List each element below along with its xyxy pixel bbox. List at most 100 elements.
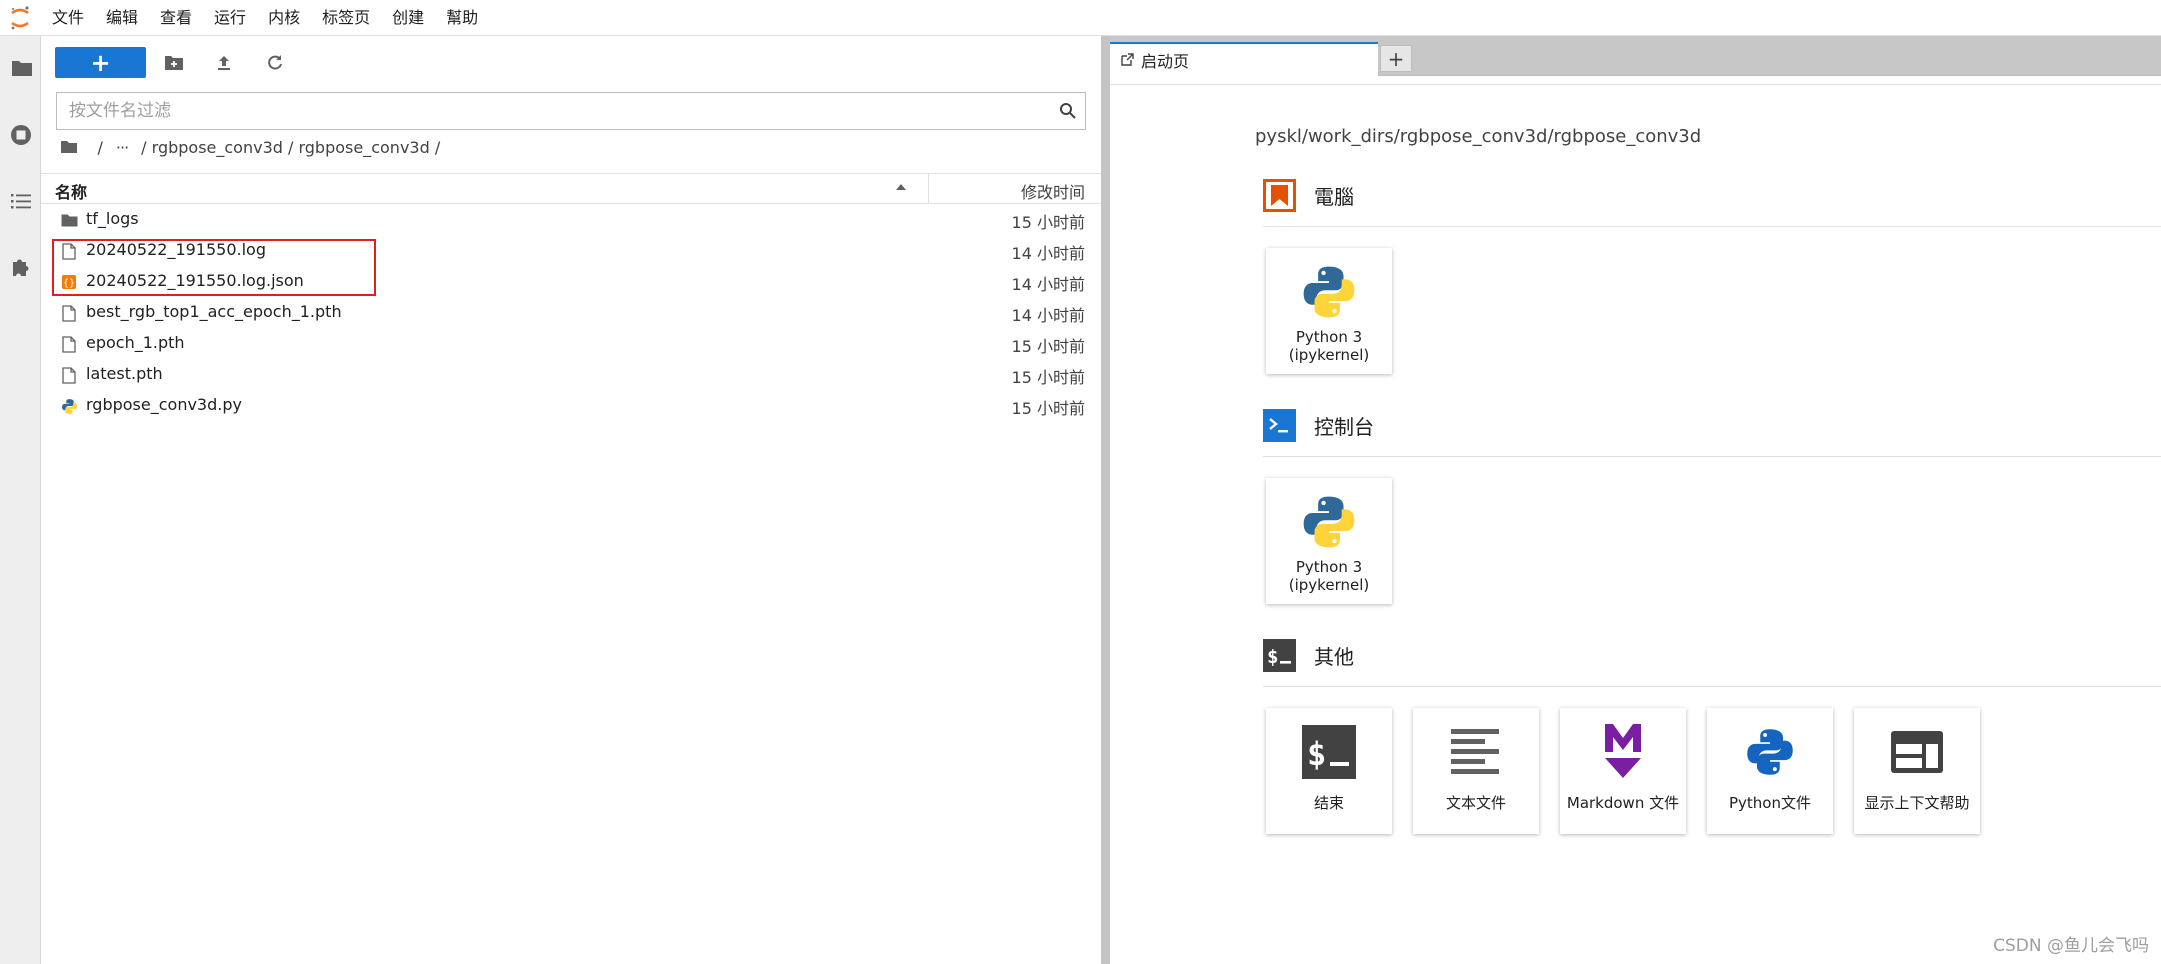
- python-logo-icon: [1297, 260, 1361, 324]
- section-notebook-header: 電腦: [1263, 175, 1354, 215]
- card-label: 显示上下文帮助: [1864, 794, 1970, 812]
- breadcrumb: / ··· / rgbpose_conv3d / rgbpose_conv3d …: [60, 132, 440, 162]
- card-console-python3[interactable]: Python 3 (ipykernel): [1266, 478, 1392, 604]
- listing-header: 名称 修改时间: [41, 173, 1101, 204]
- file-modified: 14 小时前: [1011, 275, 1085, 294]
- menu-help[interactable]: 幫助: [435, 0, 489, 36]
- toc-icon[interactable]: [0, 179, 41, 223]
- column-divider[interactable]: [928, 174, 929, 204]
- filter-input[interactable]: [57, 93, 1047, 129]
- file-row-epoch-checkpoint[interactable]: epoch_1.pth 15 小时前: [41, 328, 1101, 359]
- python-logo-icon: [1738, 720, 1802, 784]
- section-divider: [1263, 686, 2161, 687]
- tab-label: 启动页: [1141, 52, 1190, 71]
- breadcrumb-ellipsis[interactable]: ···: [116, 138, 129, 157]
- folder-icon: [60, 211, 78, 229]
- launcher-tab-icon: [1120, 53, 1134, 67]
- context-help-icon: [1885, 720, 1949, 784]
- jupyter-logo-icon[interactable]: [0, 0, 40, 36]
- extension-icon[interactable]: [0, 245, 41, 289]
- watermark: CSDN @鱼儿会飞吗: [1993, 936, 2149, 956]
- text-file-icon: [1444, 720, 1508, 784]
- file-modified: 15 小时前: [1011, 337, 1085, 356]
- menu-file[interactable]: 文件: [40, 0, 95, 36]
- launcher-cwd: pyskl/work_dirs/rgbpose_conv3d/rgbpose_c…: [1255, 126, 1702, 147]
- add-tab-button[interactable]: +: [1380, 45, 1412, 72]
- card-context-help[interactable]: 显示上下文帮助: [1854, 708, 1980, 834]
- tab-launcher[interactable]: 启动页: [1110, 42, 1378, 76]
- file-name: epoch_1.pth: [86, 333, 185, 352]
- card-markdown-file[interactable]: Markdown 文件: [1560, 708, 1686, 834]
- menu-edit[interactable]: 编辑: [95, 0, 149, 36]
- activity-bar: [0, 36, 41, 964]
- python-file-icon: [60, 397, 78, 415]
- file-name: tf_logs: [86, 209, 139, 228]
- file-listing: tf_logs 15 小时前 20240522_191550.log 14 小时…: [41, 204, 1101, 421]
- file-row-latest-checkpoint[interactable]: latest.pth 15 小时前: [41, 359, 1101, 390]
- menu-tabs[interactable]: 标签页: [311, 0, 381, 36]
- folder-icon[interactable]: [0, 46, 41, 90]
- menu-kernel[interactable]: 内核: [257, 0, 311, 36]
- section-other-header: $ 其他: [1263, 635, 1354, 675]
- file-modified: 14 小时前: [1011, 306, 1085, 325]
- section-divider: [1263, 456, 2161, 457]
- upload-icon[interactable]: [211, 50, 237, 76]
- file-icon: [60, 304, 78, 322]
- tab-bar: 启动页 +: [1110, 36, 2161, 76]
- file-name: latest.pth: [86, 364, 163, 383]
- file-modified: 15 小时前: [1011, 213, 1085, 232]
- menu-run[interactable]: 运行: [203, 0, 257, 36]
- card-label: 文本文件: [1445, 794, 1506, 812]
- terminal-icon: $: [1263, 638, 1296, 672]
- card-label: Python 3 (ipykernel): [1288, 558, 1370, 594]
- launcher-top-divider: [1110, 84, 2161, 85]
- file-icon: [60, 366, 78, 384]
- file-icon: [60, 335, 78, 353]
- terminal-icon: $: [1297, 720, 1361, 784]
- card-terminal[interactable]: $ 结束: [1266, 708, 1392, 834]
- highlight-annotation: [52, 239, 376, 296]
- breadcrumb-root[interactable]: /: [98, 138, 103, 157]
- section-console-header: 控制台: [1263, 405, 1374, 445]
- panel-splitter[interactable]: [1101, 36, 1110, 964]
- python-logo-icon: [1297, 490, 1361, 554]
- running-icon[interactable]: [0, 113, 41, 157]
- section-title: 電腦: [1314, 184, 1354, 209]
- section-title: 控制台: [1314, 414, 1374, 439]
- column-modified-header[interactable]: 修改时间: [1021, 179, 1085, 203]
- card-python-file[interactable]: Python文件: [1707, 708, 1833, 834]
- file-row-best-checkpoint[interactable]: best_rgb_top1_acc_epoch_1.pth 14 小时前: [41, 297, 1101, 328]
- main-area: 启动页 + pyskl/work_dirs/rgbpose_conv3d/rgb…: [1110, 36, 2161, 964]
- markdown-icon: [1591, 720, 1655, 784]
- card-notebook-python3[interactable]: Python 3 (ipykernel): [1266, 248, 1392, 374]
- notebook-icon: [1263, 178, 1296, 212]
- search-icon: [1059, 102, 1077, 120]
- new-launcher-button[interactable]: +: [55, 47, 146, 78]
- card-label: Markdown 文件: [1566, 794, 1680, 812]
- menu-create[interactable]: 创建: [381, 0, 435, 36]
- console-icon: [1263, 408, 1296, 442]
- section-title: 其他: [1314, 644, 1354, 669]
- file-browser: + / ··· / rgbpose_conv3d / rgbpose_conv3…: [41, 36, 1101, 964]
- column-name-header[interactable]: 名称: [55, 179, 87, 203]
- sort-ascending-icon[interactable]: [895, 183, 907, 191]
- file-name: best_rgb_top1_acc_epoch_1.pth: [86, 302, 342, 321]
- section-divider: [1263, 226, 2161, 227]
- card-label: Python 3 (ipykernel): [1288, 328, 1370, 364]
- new-folder-icon[interactable]: [161, 50, 187, 76]
- card-label: Python文件: [1729, 794, 1811, 812]
- card-text-file[interactable]: 文本文件: [1413, 708, 1539, 834]
- breadcrumb-path[interactable]: / rgbpose_conv3d / rgbpose_conv3d /: [141, 138, 440, 157]
- refresh-icon[interactable]: [262, 50, 288, 76]
- file-modified: 15 小时前: [1011, 399, 1085, 418]
- menu-bar: 文件 编辑 查看 运行 内核 标签页 创建 幫助: [0, 0, 2161, 36]
- file-browser-toolbar: +: [41, 36, 1101, 88]
- svg-text:$: $: [1307, 735, 1326, 773]
- card-label: 结束: [1313, 794, 1344, 812]
- file-row-tf-logs[interactable]: tf_logs 15 小时前: [41, 204, 1101, 235]
- file-modified: 15 小时前: [1011, 368, 1085, 387]
- file-filter: [56, 92, 1086, 130]
- file-row-python-config[interactable]: rgbpose_conv3d.py 15 小时前: [41, 390, 1101, 421]
- plus-icon: +: [90, 48, 111, 77]
- menu-view[interactable]: 查看: [149, 0, 203, 36]
